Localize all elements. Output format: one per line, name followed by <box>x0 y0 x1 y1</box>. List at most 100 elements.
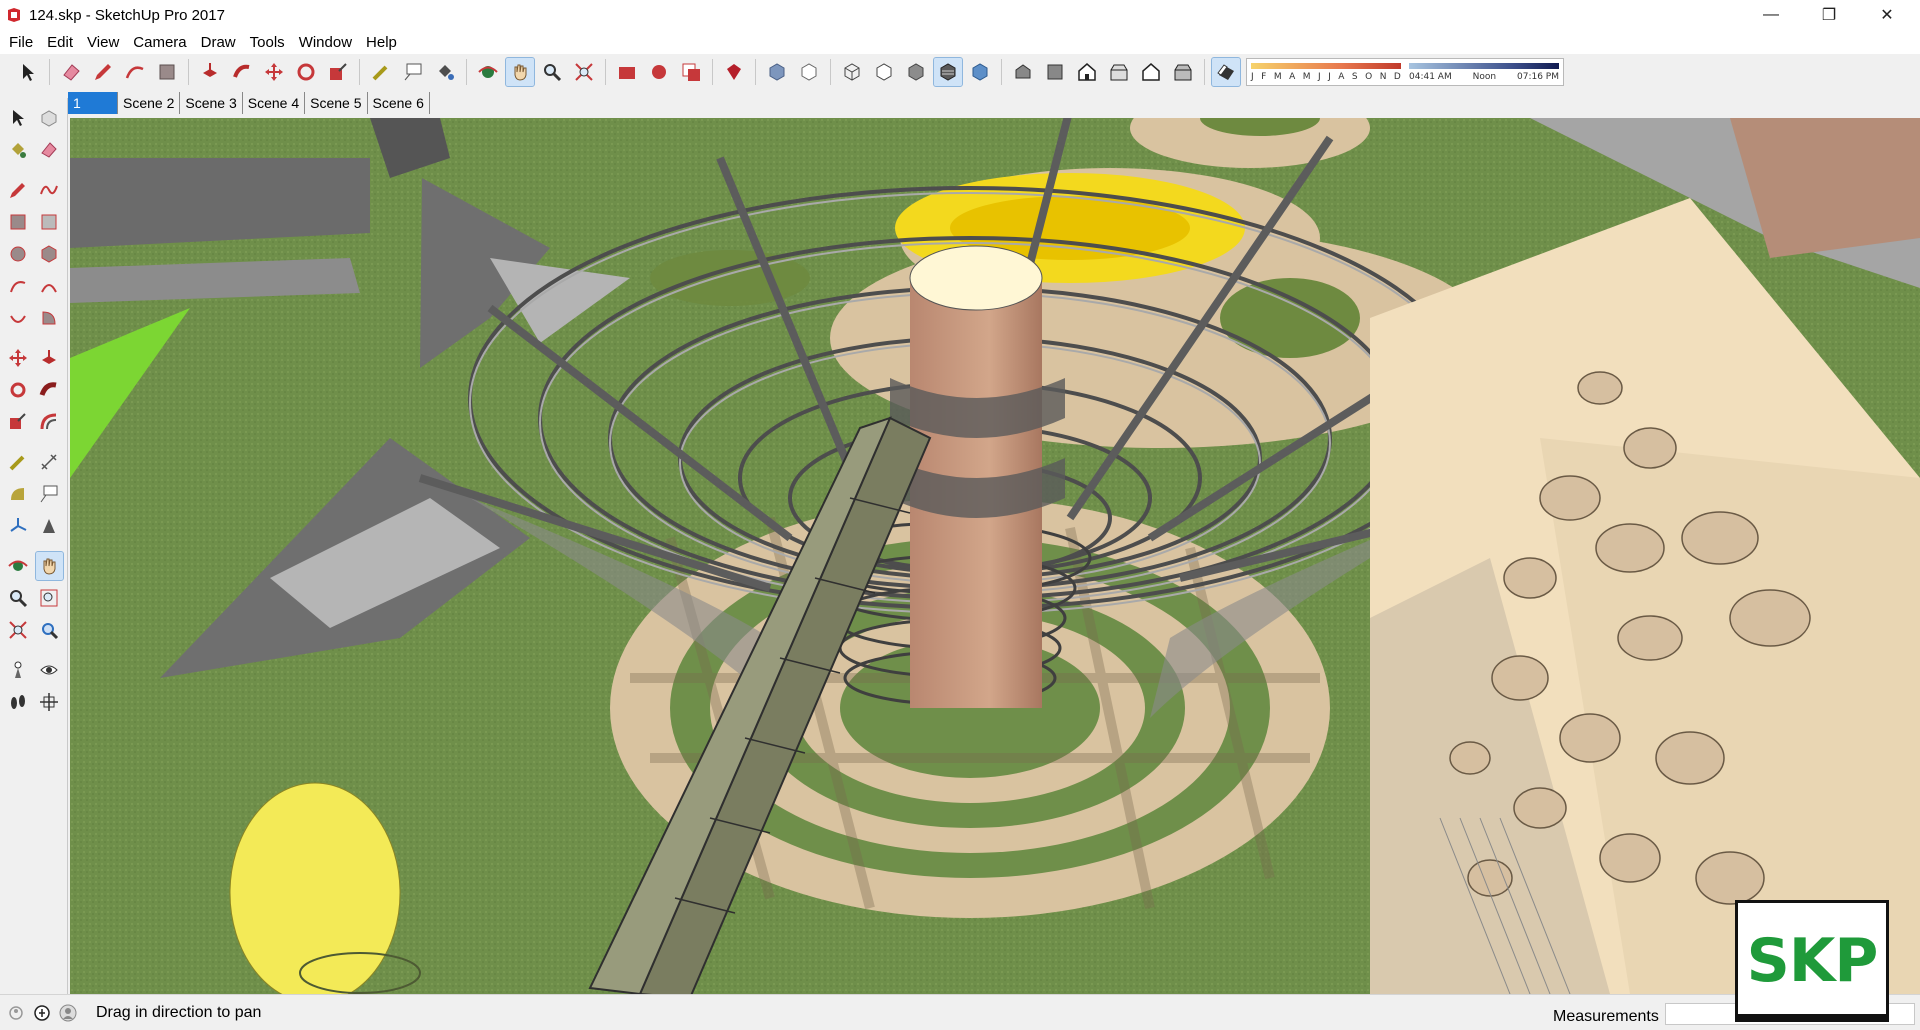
rotate-button[interactable] <box>4 376 32 404</box>
axes-button[interactable] <box>4 512 32 540</box>
3d-text-button[interactable] <box>36 512 64 540</box>
section-plane-button[interactable] <box>36 688 64 716</box>
hidden-line-style-button[interactable] <box>870 58 898 86</box>
shaded-textures-style-button[interactable] <box>933 57 963 87</box>
offset-button[interactable] <box>36 408 64 436</box>
push-pull-button[interactable] <box>36 344 64 372</box>
pie-button[interactable] <box>36 304 64 332</box>
menu-tools[interactable]: Tools <box>243 34 292 51</box>
paint-bucket-button[interactable] <box>4 136 32 164</box>
left-view-button[interactable] <box>1169 58 1197 86</box>
protractor-button[interactable] <box>4 480 32 508</box>
eraser-button[interactable] <box>36 136 64 164</box>
move-tool-button[interactable] <box>260 58 288 86</box>
close-button[interactable]: ✕ <box>1864 0 1910 30</box>
menu-help[interactable]: Help <box>359 34 404 51</box>
scale-button[interactable] <box>4 408 32 436</box>
shadow-time-slider[interactable]: 04:41 AM Noon 07:16 PM <box>1409 59 1559 85</box>
menu-file[interactable]: File <box>2 34 40 51</box>
menu-window[interactable]: Window <box>292 34 359 51</box>
orbit-tool-button[interactable] <box>474 58 502 86</box>
line-tool-button[interactable] <box>89 58 117 86</box>
select-tool-button[interactable] <box>14 58 42 86</box>
right-view-button[interactable] <box>1105 58 1133 86</box>
iso-view-button[interactable] <box>1009 58 1037 86</box>
menu-view[interactable]: View <box>80 34 126 51</box>
scene-tab-2[interactable]: Scene 2 <box>118 92 181 114</box>
menu-camera[interactable]: Camera <box>126 34 193 51</box>
dimension-button[interactable] <box>36 448 64 476</box>
model-viewport[interactable] <box>70 118 1920 994</box>
line-button[interactable] <box>4 176 32 204</box>
shaded-style-button[interactable] <box>902 58 930 86</box>
rectangle-button[interactable] <box>4 208 32 236</box>
back-house-icon <box>1142 63 1160 81</box>
previous-view-button[interactable] <box>36 616 64 644</box>
two-point-arc-button[interactable] <box>36 272 64 300</box>
freehand-button[interactable] <box>36 176 64 204</box>
push-pull-tool-button[interactable] <box>196 58 224 86</box>
geolocation-icon[interactable] <box>6 1003 26 1023</box>
zoom-extents-button[interactable] <box>4 616 32 644</box>
scene-tab-5[interactable]: Scene 5 <box>305 92 368 114</box>
circle-button[interactable] <box>4 240 32 268</box>
monochrome-style-button[interactable] <box>966 58 994 86</box>
zoom-window-button[interactable] <box>36 584 64 612</box>
follow-me-button[interactable] <box>36 376 64 404</box>
arc-button[interactable] <box>4 272 32 300</box>
measurements-label: Measurements <box>1553 1008 1659 1025</box>
minimize-button[interactable]: — <box>1748 0 1794 30</box>
text-button[interactable] <box>36 480 64 508</box>
extension-warehouse-button[interactable] <box>645 58 673 86</box>
menu-draw[interactable]: Draw <box>194 34 243 51</box>
menu-edit[interactable]: Edit <box>40 34 80 51</box>
pan-tool-button[interactable] <box>505 57 535 87</box>
zoom-tool-button[interactable] <box>538 58 566 86</box>
follow-me-tool-button[interactable] <box>228 58 256 86</box>
eraser-tool-button[interactable] <box>57 58 85 86</box>
follow-me-icon <box>233 64 250 78</box>
user-account-icon[interactable] <box>58 1003 78 1023</box>
shadow-month-slider[interactable]: J F M A M J J A S O N D <box>1251 59 1401 85</box>
xray-style-button[interactable] <box>763 58 791 86</box>
credits-icon[interactable] <box>32 1003 52 1023</box>
back-edges-button[interactable] <box>795 58 823 86</box>
back-edges-icon <box>801 63 817 81</box>
scene-tab-1[interactable]: 1 <box>68 92 118 114</box>
walk-button[interactable] <box>4 688 32 716</box>
tape-measure-tool-button[interactable] <box>367 58 395 86</box>
scene-tab-4[interactable]: Scene 4 <box>242 92 306 114</box>
make-component-button[interactable] <box>36 104 64 132</box>
pan-button[interactable] <box>34 551 64 581</box>
send-to-layout-button[interactable] <box>677 58 705 86</box>
paint-bucket-tool-button[interactable] <box>431 58 459 86</box>
orbit-button[interactable] <box>4 552 32 580</box>
scene-tab-6[interactable]: Scene 6 <box>367 92 430 114</box>
rotated-rectangle-button[interactable] <box>36 208 64 236</box>
rotate-tool-button[interactable] <box>292 58 320 86</box>
look-around-button[interactable] <box>36 656 64 684</box>
text-tool-button[interactable] <box>399 58 427 86</box>
offset-icon <box>40 413 57 430</box>
top-view-button[interactable] <box>1041 58 1069 86</box>
back-view-button[interactable] <box>1137 58 1165 86</box>
wireframe-style-button[interactable] <box>838 58 866 86</box>
hand-icon <box>514 64 527 81</box>
maximize-button[interactable]: ❐ <box>1806 0 1852 30</box>
scale-tool-button[interactable] <box>324 58 352 86</box>
polygon-button[interactable] <box>36 240 64 268</box>
move-button[interactable] <box>4 344 32 372</box>
position-camera-button[interactable] <box>4 656 32 684</box>
3d-warehouse-button[interactable] <box>613 58 641 86</box>
display-shadows-button[interactable] <box>1211 57 1241 87</box>
shape-tool-button[interactable] <box>153 58 181 86</box>
arc-tool-button[interactable] <box>121 58 149 86</box>
select-tool-button[interactable] <box>4 104 32 132</box>
three-point-arc-button[interactable] <box>4 304 32 332</box>
extension-manager-button[interactable] <box>720 58 748 86</box>
zoom-button[interactable] <box>4 584 32 612</box>
front-view-button[interactable] <box>1073 58 1101 86</box>
zoom-extents-button[interactable] <box>570 58 598 86</box>
tape-measure-button[interactable] <box>4 448 32 476</box>
scene-tab-3[interactable]: Scene 3 <box>180 92 243 114</box>
